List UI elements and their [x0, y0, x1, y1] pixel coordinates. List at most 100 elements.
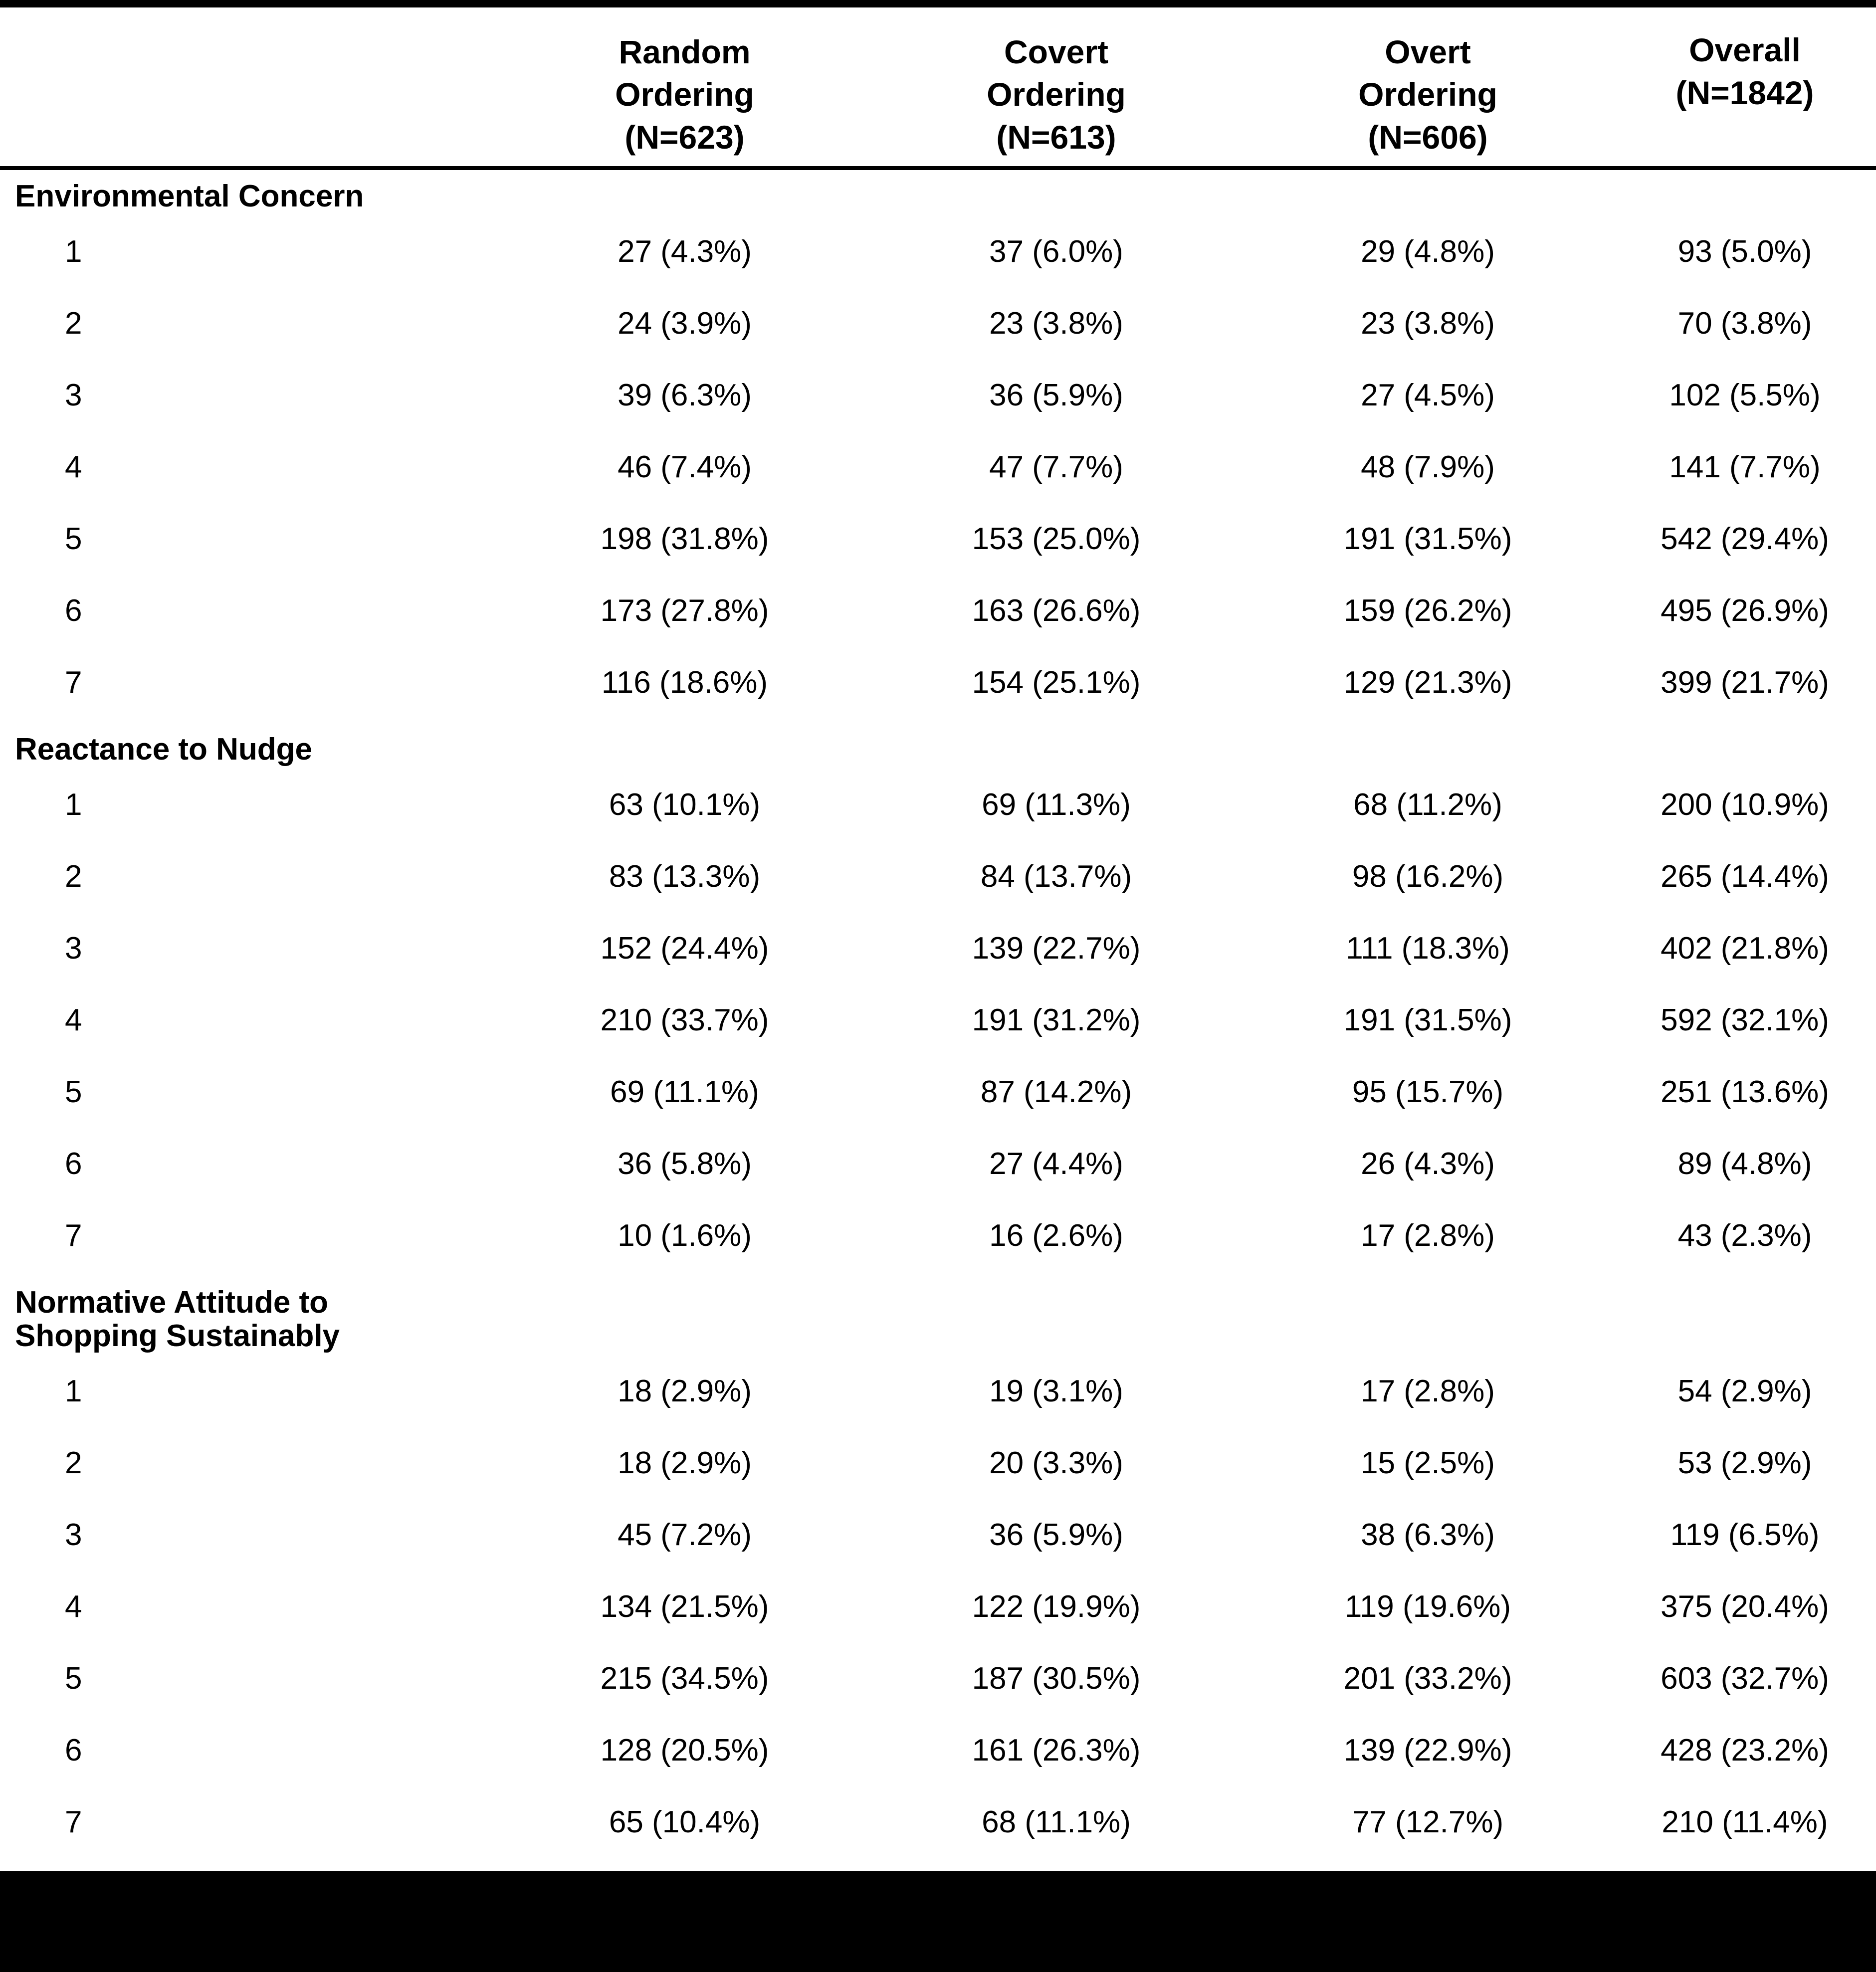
- cell-overt: 38 (6.3%): [1361, 1518, 1495, 1553]
- cell-overall: 89 (4.8%): [1677, 1147, 1812, 1182]
- section-title-line: Reactance to Nudge: [15, 732, 313, 767]
- cell-covert: 163 (26.6%): [972, 593, 1141, 628]
- cell-overall: 200 (10.9%): [1661, 788, 1829, 822]
- cell-random: 215 (34.5%): [600, 1661, 769, 1696]
- cell-overall: 251 (13.6%): [1661, 1075, 1829, 1110]
- cell-covert: 153 (25.0%): [972, 522, 1141, 557]
- section-header-row: Environmental Concern: [0, 166, 1876, 216]
- cell-overall: 428 (23.2%): [1661, 1733, 1829, 1768]
- column-header-overall-line2: (N=1842): [1675, 74, 1814, 111]
- table-top-rule: [0, 0, 1876, 7]
- cell-covert: 84 (13.7%): [980, 859, 1132, 894]
- cell-overt: 191 (31.5%): [1343, 522, 1512, 557]
- cell-covert: 187 (30.5%): [972, 1661, 1141, 1696]
- row-level-label: 4: [65, 1003, 82, 1038]
- table-row: 3 45 (7.2%) 36 (5.9%) 38 (6.3%) 119 (6.5%): [0, 1500, 1876, 1572]
- statistics-table-figure: Random Ordering (N=623) Covert Ordering …: [0, 0, 1876, 1972]
- row-level-label: 2: [65, 1446, 82, 1481]
- cell-overall: 592 (32.1%): [1661, 1003, 1829, 1038]
- cell-covert: 139 (22.7%): [972, 931, 1141, 966]
- cell-random: 27 (4.3%): [618, 234, 752, 269]
- row-level-label: 7: [65, 665, 82, 700]
- cell-overall: 93 (5.0%): [1677, 234, 1812, 269]
- cell-random: 46 (7.4%): [618, 450, 752, 485]
- cell-overall: 265 (14.4%): [1661, 859, 1829, 894]
- cell-overall: 402 (21.8%): [1661, 931, 1829, 966]
- cell-random: 210 (33.7%): [600, 1003, 769, 1038]
- cell-covert: 161 (26.3%): [972, 1733, 1141, 1768]
- cell-covert: 68 (11.1%): [982, 1805, 1131, 1840]
- table-row: 6 36 (5.8%) 27 (4.4%) 26 (4.3%) 89 (4.8%): [0, 1129, 1876, 1200]
- cell-overt: 129 (21.3%): [1343, 665, 1512, 700]
- cell-overt: 77 (12.7%): [1352, 1805, 1504, 1840]
- table-row: 4 134 (21.5%) 122 (19.9%) 119 (19.6%) 375 (2…: [0, 1572, 1876, 1643]
- cell-covert: 27 (4.4%): [989, 1147, 1123, 1182]
- row-level-label: 4: [65, 1589, 82, 1624]
- section-title-line: Normative Attitude to: [15, 1285, 329, 1320]
- column-header-random-line1: Random: [619, 33, 751, 70]
- column-header-random-ordering: Random Ordering (N=623): [499, 7, 870, 166]
- row-level-label: 3: [65, 931, 82, 966]
- cell-covert: 87 (14.2%): [980, 1075, 1132, 1110]
- cell-covert: 19 (3.1%): [989, 1374, 1123, 1409]
- row-level-label: 6: [65, 1733, 82, 1768]
- cell-overt: 95 (15.7%): [1352, 1075, 1504, 1110]
- column-header-overt-ordering: Overt Ordering (N=606): [1242, 7, 1614, 166]
- cell-overt: 23 (3.8%): [1361, 306, 1495, 341]
- row-level-label: 2: [65, 859, 82, 894]
- cell-random: 152 (24.4%): [600, 931, 769, 966]
- cell-random: 173 (27.8%): [600, 593, 769, 628]
- column-header-covert-line3: (N=613): [996, 119, 1116, 156]
- row-level-label: 3: [65, 1518, 82, 1553]
- table-row: 4 210 (33.7%) 191 (31.2%) 191 (31.5%) 592 (3…: [0, 985, 1876, 1057]
- table-bottom-rule: [0, 1871, 1876, 1972]
- cell-overall: 102 (5.5%): [1669, 378, 1821, 413]
- cell-covert: 154 (25.1%): [972, 665, 1141, 700]
- table-row: 2 18 (2.9%) 20 (3.3%) 15 (2.5%) 53 (2.9%): [0, 1428, 1876, 1500]
- table-row: 7 10 (1.6%) 16 (2.6%) 17 (2.8%) 43 (2.3%): [0, 1200, 1876, 1272]
- row-level-label: 4: [65, 450, 82, 485]
- cell-random: 45 (7.2%): [618, 1518, 752, 1553]
- cell-covert: 69 (11.3%): [982, 788, 1131, 822]
- column-header-covert-line2: Ordering: [987, 76, 1126, 113]
- cell-covert: 16 (2.6%): [989, 1218, 1123, 1253]
- table-row: 7 65 (10.4%) 68 (11.1%) 77 (12.7%) 210 (11.4…: [0, 1787, 1876, 1859]
- table-row: 2 24 (3.9%) 23 (3.8%) 23 (3.8%) 70 (3.8%): [0, 288, 1876, 360]
- cell-overt: 98 (16.2%): [1352, 859, 1504, 894]
- cell-overall: 70 (3.8%): [1677, 306, 1812, 341]
- table-row: 3 152 (24.4%) 139 (22.7%) 111 (18.3%) 402 (2…: [0, 913, 1876, 985]
- section-title-line: Shopping Sustainably: [15, 1318, 340, 1353]
- cell-covert: 37 (6.0%): [989, 234, 1123, 269]
- cell-overall: 53 (2.9%): [1677, 1446, 1812, 1481]
- table-row: 4 46 (7.4%) 47 (7.7%) 48 (7.9%) 141 (7.7%): [0, 432, 1876, 504]
- row-level-label: 5: [65, 1075, 82, 1110]
- cell-random: 18 (2.9%): [618, 1374, 752, 1409]
- cell-overt: 201 (33.2%): [1343, 1661, 1512, 1696]
- cell-overt: 48 (7.9%): [1361, 450, 1495, 485]
- row-level-label: 5: [65, 522, 82, 557]
- cell-overt: 29 (4.8%): [1361, 234, 1495, 269]
- column-header-overt-line1: Overt: [1385, 33, 1471, 70]
- table-row: 5 69 (11.1%) 87 (14.2%) 95 (15.7%) 251 (13.6…: [0, 1057, 1876, 1129]
- row-level-label: 6: [65, 1147, 82, 1182]
- table-row: 1 27 (4.3%) 37 (6.0%) 29 (4.8%) 93 (5.0%): [0, 216, 1876, 288]
- cell-random: 83 (13.3%): [609, 859, 761, 894]
- section-title: Normative Attitude to Shopping Sustainabl…: [0, 1272, 1876, 1356]
- cell-overt: 191 (31.5%): [1343, 1003, 1512, 1038]
- row-level-label: 7: [65, 1218, 82, 1253]
- section-title-line: Environmental Concern: [15, 179, 364, 213]
- cell-covert: 20 (3.3%): [989, 1446, 1123, 1481]
- cell-overt: 139 (22.9%): [1343, 1733, 1512, 1768]
- table-row: 7 116 (18.6%) 154 (25.1%) 129 (21.3%) 399 (2…: [0, 647, 1876, 719]
- cell-random: 134 (21.5%): [600, 1589, 769, 1624]
- cell-covert: 36 (5.9%): [989, 378, 1123, 413]
- cell-overt: 159 (26.2%): [1343, 593, 1512, 628]
- table-row: 6 128 (20.5%) 161 (26.3%) 139 (22.9%) 428 (2…: [0, 1715, 1876, 1787]
- cell-overall: 542 (29.4%): [1661, 522, 1829, 557]
- table-row: 3 39 (6.3%) 36 (5.9%) 27 (4.5%) 102 (5.5%): [0, 360, 1876, 432]
- cell-overall: 43 (2.3%): [1677, 1218, 1812, 1253]
- table-row: 5 198 (31.8%) 153 (25.0%) 191 (31.5%) 542 (2…: [0, 504, 1876, 576]
- cell-covert: 122 (19.9%): [972, 1589, 1141, 1624]
- section-header-row: Normative Attitude to Shopping Sustainabl…: [0, 1272, 1876, 1356]
- cell-random: 18 (2.9%): [618, 1446, 752, 1481]
